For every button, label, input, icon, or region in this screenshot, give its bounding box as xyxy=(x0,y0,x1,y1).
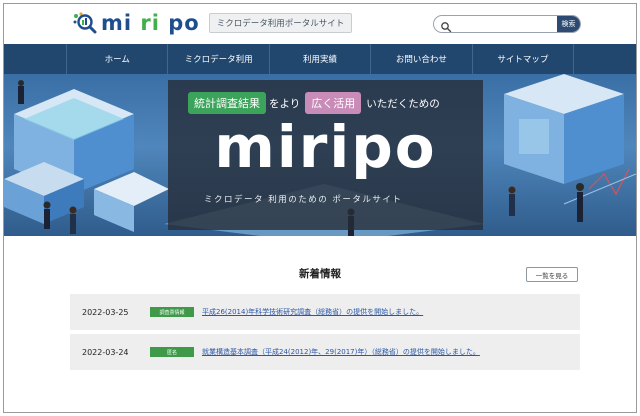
magnifier-logo-icon xyxy=(72,11,98,35)
search-button[interactable]: 検索 xyxy=(557,16,580,32)
news-category-badge: 匿名 xyxy=(150,347,194,357)
news-item: 2022-03-25 調査票情報 平成26(2014)年科学技術研究調査（総務省… xyxy=(70,294,580,330)
search-icon xyxy=(440,18,452,32)
nav-item-usage-results[interactable]: 利用実績 xyxy=(268,44,370,74)
nav-item-contact[interactable]: お問い合わせ xyxy=(370,44,471,74)
hero-banner: 統計調査結果 をより 広く活用 いただくための miripo ミクロデータ 利用… xyxy=(4,74,636,236)
view-all-button[interactable]: 一覧を見る xyxy=(526,267,578,282)
hero-tag-statistics: 統計調査結果 xyxy=(188,92,266,114)
logo-subtitle: ミクロデータ利用ポータルサイト xyxy=(208,13,353,33)
hero-overlay-panel: 統計調査結果 をより 広く活用 いただくための miripo ミクロデータ 利用… xyxy=(168,80,483,230)
news-item: 2022-03-24 匿名 就業構造基本調査（平成24(2012)年、29(20… xyxy=(70,334,580,370)
nav-item-microdata-usage[interactable]: ミクロデータ利用 xyxy=(167,44,268,74)
news-date: 2022-03-25 xyxy=(82,307,129,317)
nav-item-home[interactable]: ホーム xyxy=(66,44,167,74)
hero-text-for: いただくための xyxy=(366,97,440,110)
news-date: 2022-03-24 xyxy=(82,347,129,357)
news-link[interactable]: 平成26(2014)年科学技術研究調査（総務省）の提供を開始しました。 xyxy=(202,307,423,317)
site-logo[interactable]: mi ri po ミクロデータ利用ポータルサイト xyxy=(72,10,353,36)
hero-subtitle: ミクロデータ 利用のための ポータルサイト xyxy=(204,195,403,205)
hero-title: miripo xyxy=(214,113,437,181)
hero-tag-wide-use: 広く活用 xyxy=(305,92,362,114)
nav-item-sitemap[interactable]: サイトマップ xyxy=(471,44,575,74)
search-input[interactable] xyxy=(452,16,557,32)
global-nav: ホーム ミクロデータ利用 利用実績 お問い合わせ サイトマップ xyxy=(4,44,636,74)
site-header: mi ri po ミクロデータ利用ポータルサイト 検索 xyxy=(4,4,636,44)
news-list: 2022-03-25 調査票情報 平成26(2014)年科学技術研究調査（総務省… xyxy=(70,294,580,374)
news-link[interactable]: 就業構造基本調査（平成24(2012)年、29(2017)年）（総務省）の提供を… xyxy=(202,347,480,357)
search-box: 検索 xyxy=(433,15,581,33)
hero-tagline: 統計調査結果 をより 広く活用 いただくための xyxy=(188,92,443,114)
news-category-badge: 調査票情報 xyxy=(150,307,194,317)
logo-wordmark: mi ri po xyxy=(101,11,200,35)
hero-text-more: をより xyxy=(269,97,301,110)
browser-frame: mi ri po ミクロデータ利用ポータルサイト 検索 ホーム ミクロデータ利用… xyxy=(3,3,637,413)
